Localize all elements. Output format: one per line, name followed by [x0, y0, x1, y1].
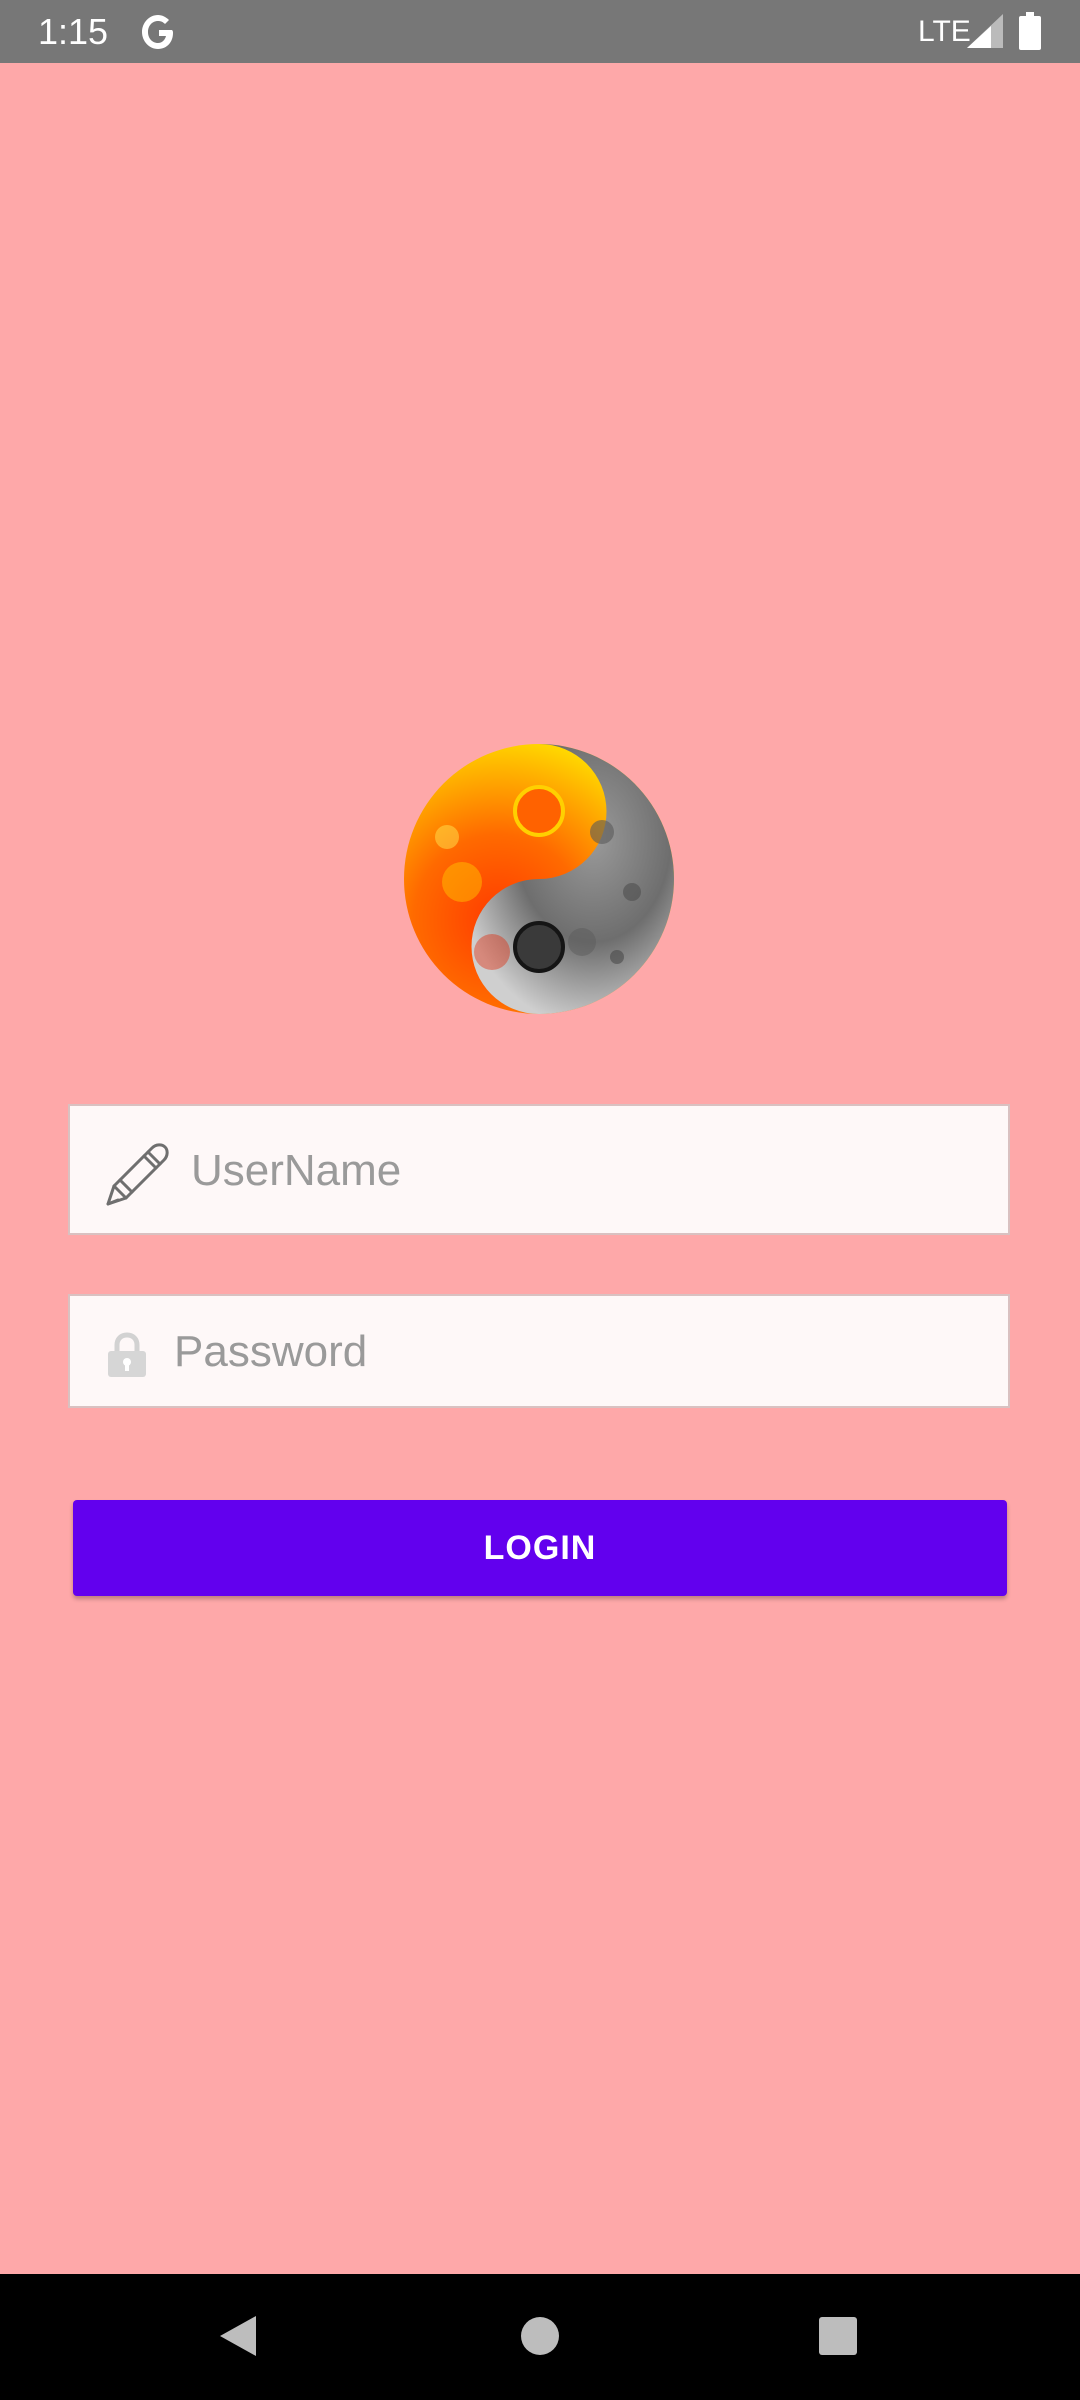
home-icon[interactable] — [520, 2316, 560, 2356]
battery-icon — [1019, 12, 1041, 50]
username-field[interactable]: UserName — [68, 1104, 1010, 1235]
lock-icon — [108, 1332, 146, 1377]
pencil-icon — [106, 1143, 169, 1206]
username-placeholder: UserName — [191, 1146, 402, 1195]
status-time: 1:15 — [38, 11, 109, 52]
recents-icon[interactable] — [818, 2316, 858, 2356]
status-bar: 1:15 LTE — [0, 0, 1080, 63]
network-type: LTE — [918, 15, 971, 48]
password-placeholder: Password — [174, 1327, 368, 1376]
signal-icon — [967, 14, 1003, 48]
navigation-bar — [0, 2274, 1080, 2400]
yin-yang-logo — [404, 744, 674, 1014]
google-icon — [142, 15, 173, 49]
login-button[interactable]: LOGIN — [73, 1500, 1007, 1596]
back-icon[interactable] — [218, 2314, 258, 2358]
password-field[interactable]: Password — [68, 1294, 1010, 1408]
